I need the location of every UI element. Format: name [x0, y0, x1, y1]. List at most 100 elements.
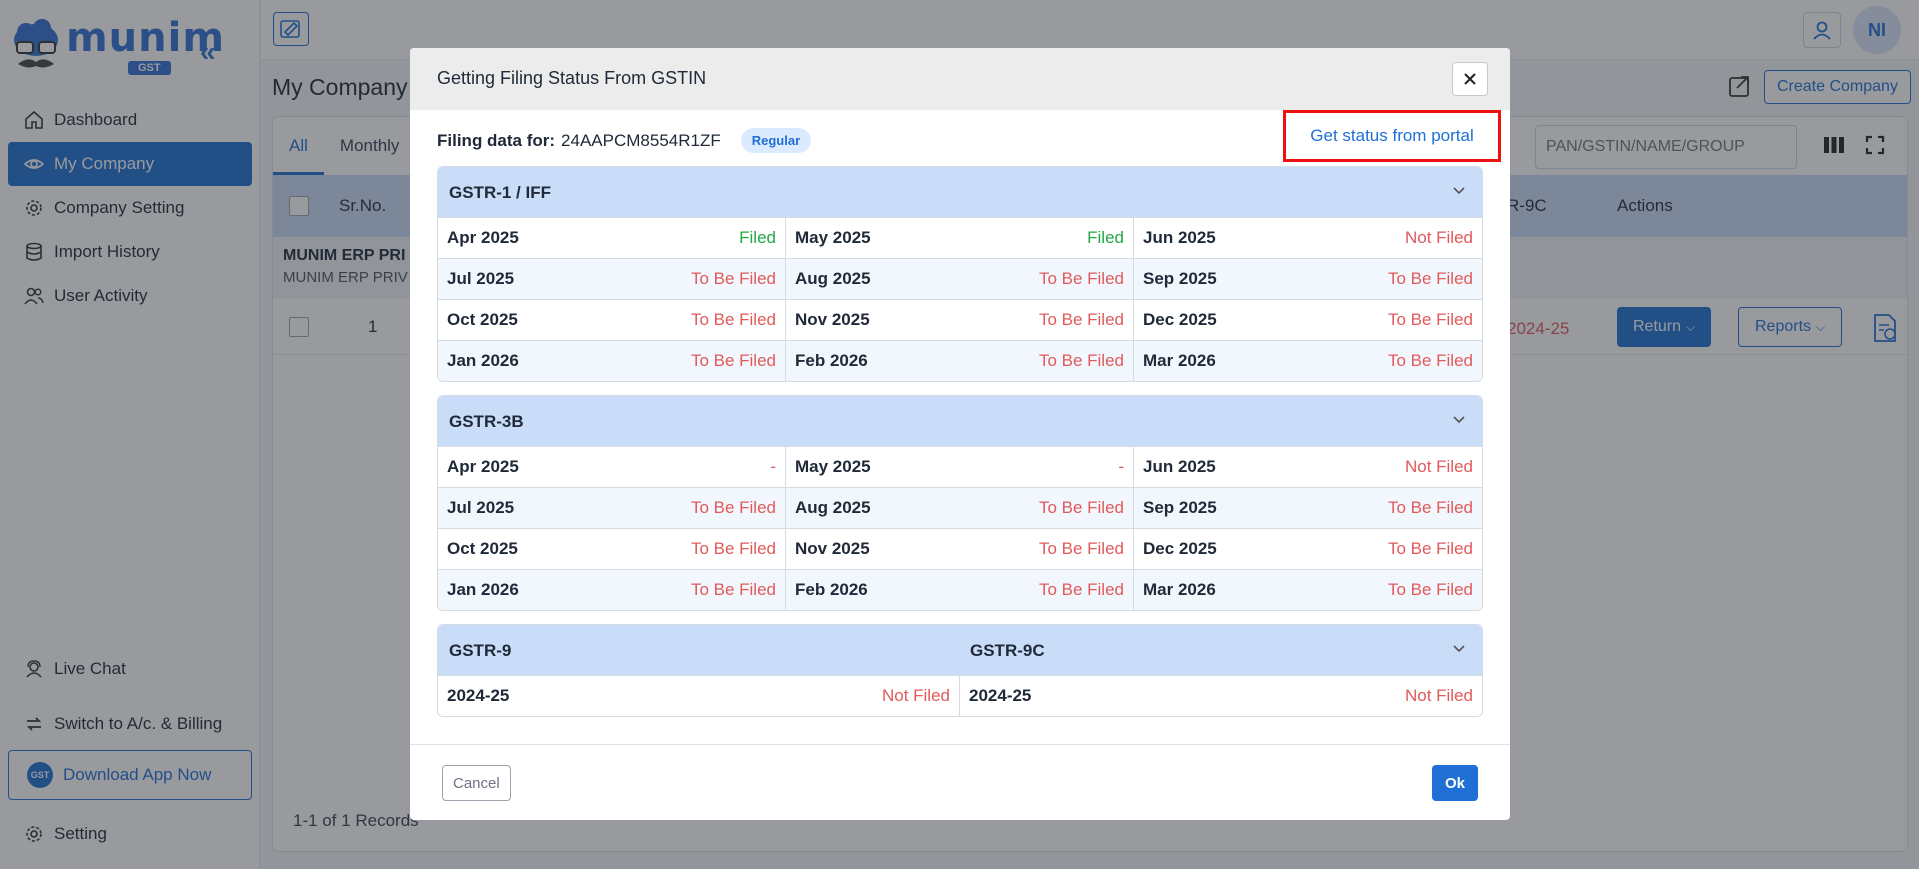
filing-period: Jul 2025 — [447, 269, 515, 288]
filing-cell: Nov 2025 To Be Filed — [786, 299, 1134, 340]
filing-period: May 2025 — [795, 228, 871, 247]
section-gstr1: GSTR-1 / IFF Apr 2025 Filed May 2025 Filed J… — [437, 166, 1483, 382]
filing-status: Filed — [739, 228, 776, 247]
filing-cell: Apr 2025 - — [438, 446, 786, 487]
filing-period: Aug 2025 — [795, 269, 871, 288]
filing-status: To Be Filed — [1038, 269, 1124, 288]
filing-cell: Feb 2026 To Be Filed — [786, 569, 1134, 610]
filing-cell: Aug 2025 To Be Filed — [786, 258, 1134, 299]
filing-period: Mar 2026 — [1143, 351, 1216, 370]
modal-header: Getting Filing Status From GSTIN — [410, 48, 1510, 110]
filing-cell: Oct 2025 To Be Filed — [438, 528, 786, 569]
filing-status: To Be Filed — [690, 310, 776, 329]
filing-period: Apr 2025 — [447, 457, 519, 476]
filing-period: May 2025 — [795, 457, 871, 476]
status-badge: Regular — [740, 128, 812, 153]
modal-footer: Cancel Ok — [410, 744, 1510, 820]
filing-cell: Feb 2026 To Be Filed — [786, 340, 1134, 381]
filing-period: Nov 2025 — [795, 539, 870, 558]
cancel-button[interactable]: Cancel — [442, 765, 511, 801]
filing-period: Apr 2025 — [447, 228, 519, 247]
filing-period: Dec 2025 — [1143, 310, 1217, 329]
get-status-from-portal-link[interactable]: Get status from portal — [1283, 110, 1501, 162]
filing-period: Oct 2025 — [447, 539, 518, 558]
filing-status: To Be Filed — [690, 580, 776, 599]
filing-period: 2024-25 — [969, 686, 1032, 705]
filing-cell: Oct 2025 To Be Filed — [438, 299, 786, 340]
filing-status: To Be Filed — [1038, 351, 1124, 370]
filing-status: To Be Filed — [1387, 351, 1473, 370]
filing-info: Filing data for: 24AAPCM8554R1ZF Regular — [437, 128, 812, 153]
filing-period: Oct 2025 — [447, 310, 518, 329]
filing-cell: Aug 2025 To Be Filed — [786, 487, 1134, 528]
filing-status: To Be Filed — [690, 351, 776, 370]
filing-cell: May 2025 - — [786, 446, 1134, 487]
gstr3b-grid: Apr 2025- May 2025 - Jun 2025 Not Filed Jul 2… — [438, 446, 1482, 610]
section-header-gstr3b[interactable]: GSTR-3B — [438, 396, 1482, 446]
filing-status-modal: Getting Filing Status From GSTIN Filing … — [410, 48, 1510, 820]
filing-cell: Dec 2025 To Be Filed — [1134, 528, 1482, 569]
chevron-down-icon — [1453, 645, 1465, 653]
section-gstr9: GSTR-9 GSTR-9C 2024-25 Not Filed 2024-25 No… — [437, 624, 1483, 717]
filing-cell: Nov 2025 To Be Filed — [786, 528, 1134, 569]
filing-status: To Be Filed — [1387, 269, 1473, 288]
filing-label: Filing data for: — [437, 130, 556, 150]
filing-status: To Be Filed — [690, 269, 776, 288]
filing-cell: Sep 2025 To Be Filed — [1134, 258, 1482, 299]
close-button[interactable] — [1452, 62, 1488, 96]
section-title: GSTR-1 / IFF — [449, 183, 551, 202]
filing-status: To Be Filed — [1038, 539, 1124, 558]
filing-period: Sep 2025 — [1143, 269, 1217, 288]
section-title: GSTR-3B — [449, 412, 524, 431]
filing-status: To Be Filed — [1387, 310, 1473, 329]
section-header-gstr9[interactable]: GSTR-9 GSTR-9C — [438, 625, 1482, 675]
filing-cell: Mar 2026 To Be Filed — [1134, 340, 1482, 381]
filing-period: Jun 2025 — [1143, 228, 1216, 247]
filing-status: To Be Filed — [690, 539, 776, 558]
filing-cell: Dec 2025 To Be Filed — [1134, 299, 1482, 340]
filing-period: Mar 2026 — [1143, 580, 1216, 599]
chevron-down-icon — [1453, 187, 1465, 195]
close-icon — [1464, 73, 1476, 85]
filing-status: Not Filed — [881, 686, 950, 705]
filing-cell: 2024-25 Not Filed — [960, 675, 1482, 716]
section-gstr3b: GSTR-3B Apr 2025- May 2025 - Jun 2025 Not Fi… — [437, 395, 1483, 611]
filing-cell: Mar 2026 To Be Filed — [1134, 569, 1482, 610]
filing-period: Feb 2026 — [795, 351, 868, 370]
filing-period: Feb 2026 — [795, 580, 868, 599]
filing-cell: 2024-25 Not Filed — [438, 675, 960, 716]
filing-cell: Apr 2025 Filed — [438, 217, 786, 258]
filing-cell: Jun 2025 Not Filed — [1134, 217, 1482, 258]
filing-status: Not Filed — [1404, 228, 1473, 247]
filing-status: To Be Filed — [1038, 498, 1124, 517]
filing-period: Sep 2025 — [1143, 498, 1217, 517]
section-header-gstr1[interactable]: GSTR-1 / IFF — [438, 167, 1482, 217]
filing-period: Jul 2025 — [447, 498, 515, 517]
filing-period: Jun 2025 — [1143, 457, 1216, 476]
filing-period: Jan 2026 — [447, 580, 519, 599]
filing-period: Dec 2025 — [1143, 539, 1217, 558]
filing-status: Filed — [1087, 228, 1124, 247]
chevron-down-icon — [1453, 416, 1465, 424]
filing-cell: Jan 2026 To Be Filed — [438, 340, 786, 381]
filing-period: 2024-25 — [447, 686, 510, 705]
gstin-value: 24AAPCM8554R1ZF — [561, 130, 721, 150]
filing-cell: Jan 2026 To Be Filed — [438, 569, 786, 610]
filing-status: To Be Filed — [1387, 498, 1473, 517]
filing-cell: Jun 2025 Not Filed — [1134, 446, 1482, 487]
filing-status: To Be Filed — [1038, 580, 1124, 599]
filing-period: Jan 2026 — [447, 351, 519, 370]
filing-cell: Sep 2025 To Be Filed — [1134, 487, 1482, 528]
filing-status: To Be Filed — [1387, 580, 1473, 599]
filing-status: Not Filed — [1404, 686, 1473, 705]
filing-cell: Jul 2025 To Be Filed — [438, 258, 786, 299]
modal-title: Getting Filing Status From GSTIN — [437, 68, 707, 88]
filing-status: - — [1118, 457, 1124, 476]
filing-cell: May 2025 Filed — [786, 217, 1134, 258]
gstr1-grid: Apr 2025 Filed May 2025 Filed Jun 2025 Not Fi… — [438, 217, 1482, 381]
filing-period: Nov 2025 — [795, 310, 870, 329]
filing-status: To Be Filed — [690, 498, 776, 517]
filing-status: To Be Filed — [1038, 310, 1124, 329]
section-title-2: GSTR-9C — [970, 641, 1045, 660]
ok-button[interactable]: Ok — [1431, 765, 1478, 801]
